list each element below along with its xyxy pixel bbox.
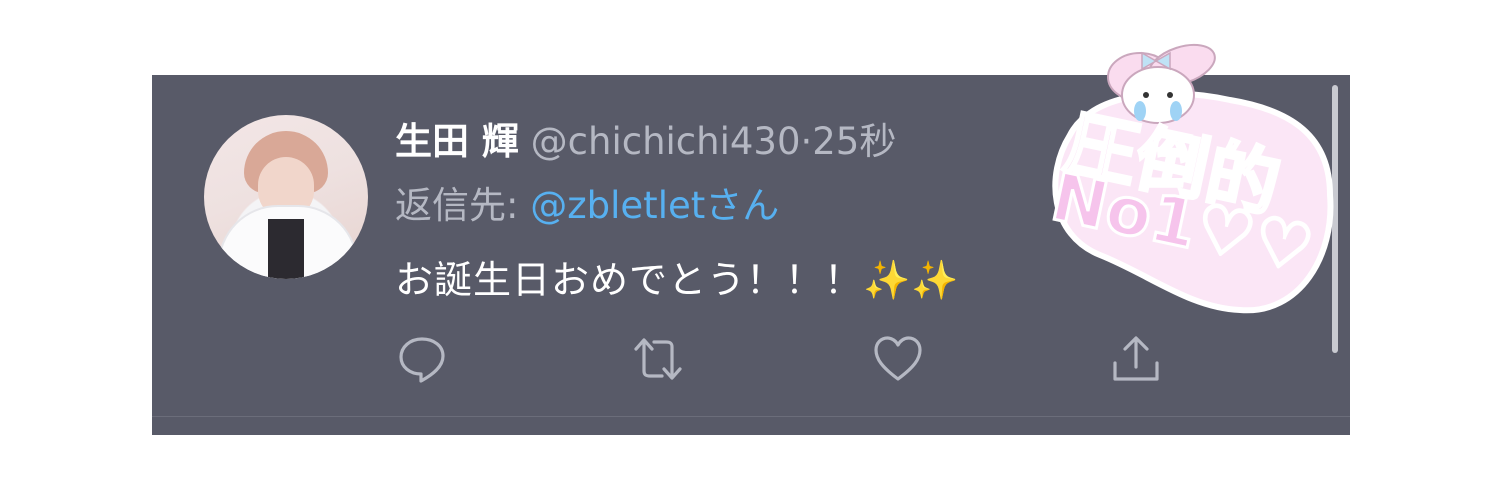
reply-to-label: 返信先:	[395, 184, 531, 227]
avatar[interactable]	[204, 115, 368, 279]
tweet-timestamp[interactable]: 25秒	[812, 120, 896, 163]
avatar-shirt	[268, 219, 304, 279]
share-icon	[1113, 336, 1159, 381]
reply-icon	[399, 337, 445, 383]
heart-icon	[874, 336, 922, 381]
header-separator: ·	[800, 120, 813, 163]
sticker-overlay: 圧倒的 No1♡♡	[1030, 25, 1340, 325]
reply-button[interactable]	[396, 333, 448, 385]
author-handle[interactable]: @chichichi430	[531, 120, 801, 163]
like-button[interactable]	[872, 333, 924, 385]
tweet-header: 生田 輝 @chichichi430·25秒	[395, 111, 896, 165]
reply-to-line: 返信先: @zbletletさん	[395, 175, 779, 229]
retweet-button[interactable]	[632, 333, 684, 385]
author-name[interactable]: 生田 輝	[395, 120, 519, 163]
share-button[interactable]	[1110, 333, 1162, 385]
tweet-body: お誕生日おめでとう！！！✨✨	[395, 249, 960, 304]
reply-to-mention[interactable]: @zbletletさん	[530, 184, 779, 227]
tweet-text: お誕生日おめでとう！！！	[395, 258, 864, 302]
sparkles-emoji: ✨✨	[863, 258, 960, 302]
divider	[152, 416, 1350, 417]
retweet-icon	[634, 338, 682, 380]
